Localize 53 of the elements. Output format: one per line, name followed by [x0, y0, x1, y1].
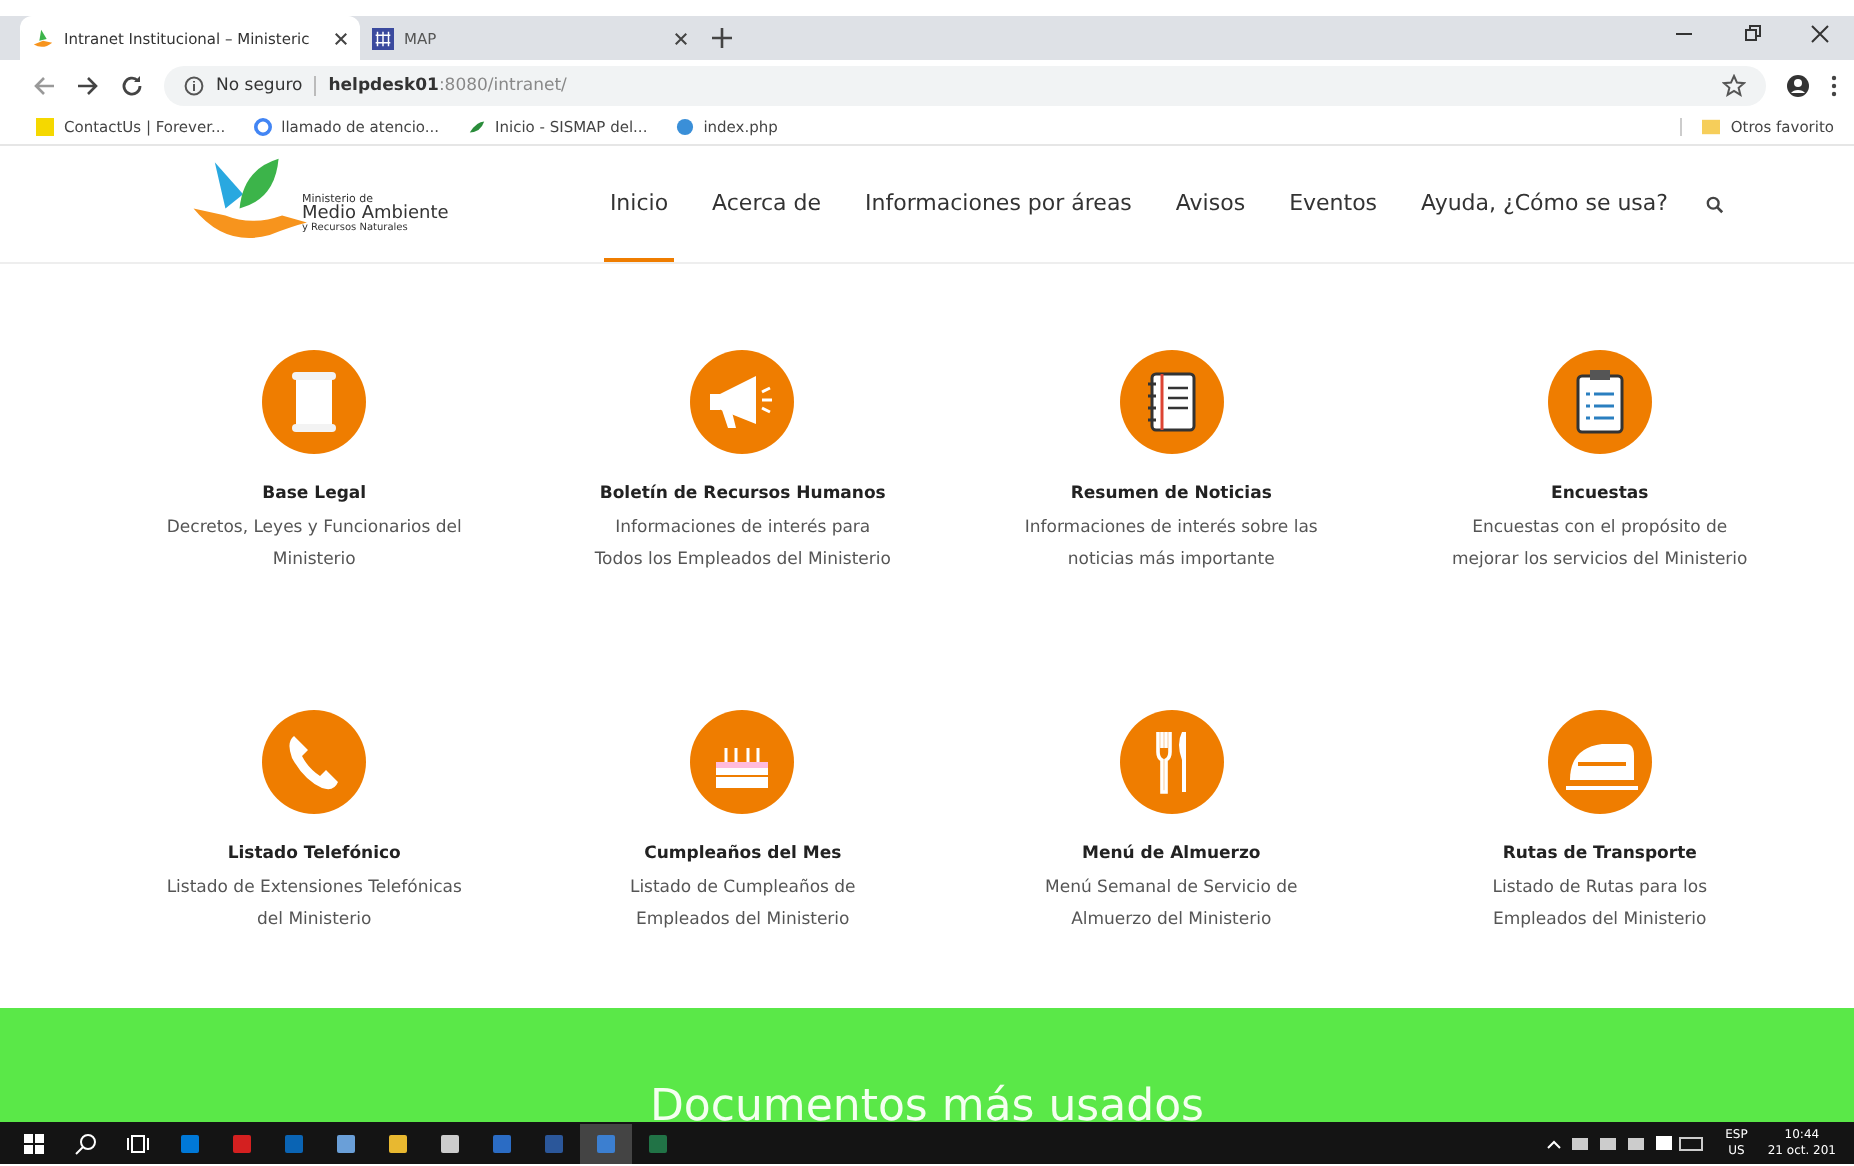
card-title[interactable]: Boletín de Recursos Humanos	[599, 484, 886, 504]
nav-link[interactable]: Acerca de	[706, 146, 828, 262]
card-description: Decretos, Leyes y Funcionarios del Ministerio	[166, 516, 462, 574]
globe-icon	[675, 118, 694, 136]
card-title[interactable]: Rutas de Transporte	[1502, 844, 1697, 864]
cutlery-icon[interactable]	[1117, 708, 1226, 816]
card-description: Listado de Cumpleaños de Empleados del Ministerio	[629, 876, 856, 934]
card-title[interactable]: Base Legal	[262, 484, 367, 504]
card-title[interactable]: Menú de Almuerzo	[1082, 844, 1261, 864]
card-description: Encuestas con el propósito de mejorar los servicios del Ministerio	[1451, 516, 1748, 574]
profile-icon[interactable]	[1786, 73, 1810, 97]
star-icon[interactable]	[1722, 73, 1746, 97]
folder-icon	[1702, 118, 1721, 136]
megaphone-icon[interactable]	[688, 348, 797, 456]
close-icon[interactable]	[674, 31, 688, 45]
notebook-icon[interactable]	[1117, 348, 1226, 456]
card-title[interactable]: Encuestas	[1551, 484, 1649, 504]
tray-icons-drawing[interactable]	[1543, 1133, 1704, 1153]
phone-icon[interactable]	[260, 708, 369, 816]
card-title[interactable]: Resumen de Noticias	[1070, 484, 1272, 504]
forward-arrow-icon[interactable]	[76, 73, 100, 97]
card-description: Menú Semanal de Servicio de Almuerzo del Ministerio	[1045, 876, 1298, 934]
card-description: Informaciones de interés sobre las noticias más importante	[1024, 516, 1318, 574]
clipboard-icon[interactable]	[1545, 348, 1654, 456]
close-icon[interactable]	[334, 31, 348, 45]
reload-icon[interactable]	[120, 73, 144, 97]
card-description: Informaciones de interés para Todos los Empleados del Ministerio	[594, 516, 891, 574]
nav-link[interactable]: Eventos	[1283, 146, 1384, 262]
leaf-icon	[32, 27, 54, 49]
tile-icon	[36, 118, 54, 136]
grid-icon	[372, 27, 394, 49]
leaf-icon	[467, 118, 486, 136]
security-label: No seguro	[216, 75, 317, 95]
info-icon	[184, 75, 204, 95]
new-tab-icon[interactable]	[712, 28, 732, 48]
card-title[interactable]: Cumpleaños del Mes	[644, 844, 842, 864]
restore-icon[interactable]	[1742, 24, 1762, 44]
nav-link[interactable]: Ayuda, ¿Cómo se usa?	[1415, 146, 1674, 262]
address-field[interactable]: No seguro helpdesk01:8080/intranet/	[164, 65, 1766, 105]
section-heading: Documentos más usados	[649, 1081, 1205, 1122]
close-icon[interactable]	[1810, 24, 1830, 44]
card-description: Listado de Extensiones Telefónicas del Ministerio	[166, 876, 462, 934]
search-icon[interactable]	[1706, 195, 1724, 213]
card-description: Listado de Rutas para los Empleados del Ministerio	[1492, 876, 1708, 934]
nav-link[interactable]: Inicio	[603, 146, 675, 262]
back-arrow-icon[interactable]	[32, 73, 56, 97]
card-title[interactable]: Listado Telefónico	[227, 844, 401, 864]
menu-icon[interactable]	[1830, 73, 1838, 97]
scroll-icon[interactable]	[260, 348, 369, 456]
nav-link[interactable]: Avisos	[1169, 146, 1252, 262]
nav-link[interactable]: Informaciones por áreas	[859, 146, 1138, 262]
url-text: helpdesk01:8080/intranet/	[328, 75, 567, 95]
cake-icon[interactable]	[688, 708, 797, 816]
